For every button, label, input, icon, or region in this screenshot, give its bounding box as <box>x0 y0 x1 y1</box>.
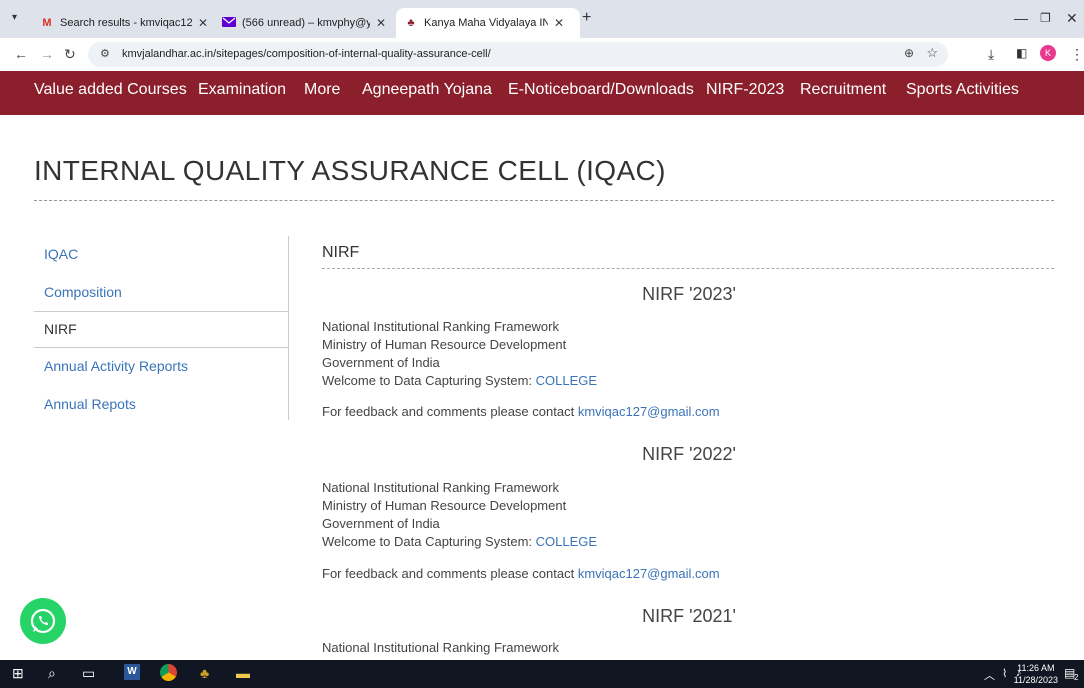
nav-more[interactable]: More <box>304 81 340 99</box>
nirf-line: National Institutional Ranking Framework <box>322 319 559 334</box>
feedback-email-link[interactable]: kmviqac127@gmail.com <box>578 566 720 581</box>
browser-tab-gmail[interactable]: M Search results - kmviqac127@g ✕ <box>40 8 216 38</box>
sidebar-item-nirf[interactable]: NIRF <box>44 321 77 337</box>
nirf-line: Ministry of Human Resource Development <box>322 337 567 352</box>
title-divider <box>34 200 1054 201</box>
browser-tab-kmv[interactable]: ♣ Kanya Maha Vidyalaya INTERN ✕ <box>396 8 580 38</box>
tray-chevron-icon[interactable]: ︿ <box>984 667 995 683</box>
dcs-line: Welcome to Data Capturing System: COLLEG… <box>322 534 597 549</box>
feedback-line: For feedback and comments please contact… <box>322 404 720 419</box>
site-navigation: Value added Courses Examination More Agn… <box>0 71 1084 115</box>
clock-date: 11/28/2023 <box>1013 675 1058 685</box>
system-clock[interactable]: 11:26 AM 11/28/2023 <box>1014 662 1058 686</box>
side-panel-icon[interactable]: ◧ <box>1016 46 1027 60</box>
back-icon[interactable]: ← <box>14 46 28 62</box>
sidebar-item-composition[interactable]: Composition <box>44 284 122 300</box>
chrome-icon[interactable] <box>160 664 177 681</box>
menu-kebab-icon[interactable]: ⋮ <box>1070 46 1084 63</box>
browser-tab-yahoo[interactable]: (566 unread) – kmvphy@yahoo ✕ <box>222 8 392 38</box>
nirf-year-heading: NIRF '2023' <box>642 284 736 304</box>
sidebar-item-annual-repots[interactable]: Annual Repots <box>44 396 136 412</box>
tab-close-icon[interactable]: ✕ <box>554 16 564 30</box>
sidebar-item-iqac[interactable]: IQAC <box>44 246 78 262</box>
word-icon[interactable]: W <box>124 664 140 680</box>
nirf-line: Government of India <box>322 516 440 531</box>
address-bar[interactable]: ⚙ kmvjalandhar.ac.in/sitepages/compositi… <box>88 42 948 67</box>
restore-icon[interactable]: ❐ <box>1040 11 1051 25</box>
minimize-icon[interactable]: — <box>1014 10 1028 26</box>
dcs-line: Welcome to Data Capturing System: COLLEG… <box>322 373 597 388</box>
nav-recruitment[interactable]: Recruitment <box>800 81 886 99</box>
forward-icon[interactable]: → <box>40 46 54 62</box>
nav-e-noticeboard[interactable]: E-Noticeboard/Downloads <box>508 81 694 99</box>
sidebar: IQAC Composition NIRF Annual Activity Re… <box>34 236 289 420</box>
dcs-label: Welcome to Data Capturing System: <box>322 373 536 388</box>
tab-title: Search results - kmviqac127@g <box>60 17 192 29</box>
dcs-label: Welcome to Data Capturing System: <box>322 534 536 549</box>
clock-time: 11:26 AM <box>1017 663 1055 673</box>
whatsapp-icon <box>30 608 56 634</box>
search-icon[interactable]: ⌕ <box>48 665 56 682</box>
page-title: INTERNAL QUALITY ASSURANCE CELL (IQAC) <box>34 155 666 186</box>
tab-title: Kanya Maha Vidyalaya INTERN <box>424 17 548 29</box>
nav-agneepath-yojana[interactable]: Agneepath Yojana <box>362 81 492 99</box>
windows-taskbar: ⊞ ⌕ ▭ W ♣ ▬ ︿ ⌇ ♪ 11:26 AM 11/28/2023 ▤ … <box>0 660 1084 688</box>
nav-examination[interactable]: Examination <box>198 81 286 99</box>
dcs-college-link[interactable]: COLLEGE <box>536 373 597 388</box>
tab-title: (566 unread) – kmvphy@yahoo <box>242 17 370 29</box>
file-explorer-icon[interactable]: ▬ <box>236 665 250 681</box>
kmv-app-icon[interactable]: ♣ <box>200 665 209 681</box>
site-info-icon[interactable]: ⚙ <box>100 47 110 60</box>
windows-start-icon[interactable]: ⊞ <box>12 665 24 682</box>
feedback-label: For feedback and comments please contact <box>322 566 578 581</box>
sidebar-item-annual-activity-reports[interactable]: Annual Activity Reports <box>44 358 188 374</box>
nirf-line: Government of India <box>322 355 440 370</box>
notification-count: 2 <box>1074 673 1079 682</box>
nav-sports-activities[interactable]: Sports Activities <box>906 81 1019 99</box>
nav-nirf-2023[interactable]: NIRF-2023 <box>706 81 784 99</box>
nirf-year-heading: NIRF '2022' <box>642 444 736 464</box>
nirf-line: Ministry of Human Resource Development <box>322 498 567 513</box>
section-heading: NIRF <box>322 244 360 261</box>
feedback-label: For feedback and comments please contact <box>322 404 578 419</box>
tab-close-icon[interactable]: ✕ <box>198 16 208 30</box>
reload-icon[interactable]: ↻ <box>64 46 76 63</box>
tab-close-icon[interactable]: ✕ <box>376 16 386 30</box>
browser-toolbar: ← → ↻ ⚙ kmvjalandhar.ac.in/sitepages/com… <box>0 38 1084 71</box>
bookmark-star-icon[interactable]: ☆ <box>926 45 938 61</box>
browser-tab-strip: ▾ M Search results - kmviqac127@g ✕ (566… <box>0 0 1084 38</box>
window-close-icon[interactable]: ✕ <box>1066 10 1078 27</box>
nirf-year-heading: NIRF '2021' <box>642 606 736 626</box>
gmail-icon: M <box>42 17 52 29</box>
download-icon[interactable]: ⤓ <box>988 46 994 63</box>
yahoo-mail-icon <box>222 17 236 29</box>
zoom-icon[interactable]: ⊕ <box>904 46 914 60</box>
nirf-line: National Institutional Ranking Framework <box>322 480 559 495</box>
profile-avatar[interactable]: K <box>1040 45 1056 61</box>
tab-search-chevron-icon[interactable]: ▾ <box>12 12 17 23</box>
kmv-logo-icon: ♣ <box>407 17 415 29</box>
dcs-college-link[interactable]: COLLEGE <box>536 534 597 549</box>
section-divider <box>322 268 1054 269</box>
nav-value-added-courses[interactable]: Value added Courses <box>34 81 187 99</box>
task-view-icon[interactable]: ▭ <box>82 665 95 682</box>
whatsapp-button[interactable] <box>20 598 66 644</box>
network-icon[interactable]: ⌇ <box>1002 667 1007 680</box>
feedback-line: For feedback and comments please contact… <box>322 566 720 581</box>
feedback-email-link[interactable]: kmviqac127@gmail.com <box>578 404 720 419</box>
url-text[interactable]: kmvjalandhar.ac.in/sitepages/composition… <box>122 48 491 60</box>
nirf-line: National Institutional Ranking Framework <box>322 640 559 655</box>
new-tab-button[interactable]: + <box>582 9 591 27</box>
